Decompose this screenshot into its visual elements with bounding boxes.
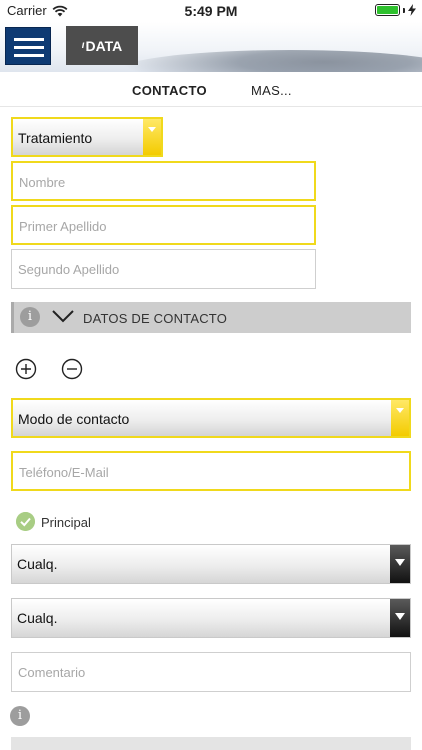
- comentario-placeholder: Comentario: [18, 665, 86, 680]
- tab-mas[interactable]: MAS...: [251, 83, 292, 98]
- tratamiento-select[interactable]: Tratamiento: [11, 117, 163, 157]
- next-section-header[interactable]: [11, 737, 411, 750]
- datos-contacto-section-header[interactable]: i DATOS DE CONTACTO: [11, 302, 411, 333]
- comentario-field[interactable]: Comentario: [11, 652, 411, 692]
- minus-circle-icon[interactable]: [61, 358, 83, 380]
- nombre-field[interactable]: Nombre: [11, 161, 316, 201]
- primer-apellido-field[interactable]: Primer Apellido: [11, 205, 316, 245]
- status-right: [375, 4, 416, 16]
- header-background: [120, 50, 422, 72]
- tratamiento-label: Tratamiento: [18, 130, 93, 146]
- hamburger-icon-line: [14, 38, 44, 41]
- segundo-apellido-placeholder: Segundo Apellido: [18, 262, 120, 277]
- app-header: ı DATA: [0, 22, 422, 72]
- cualq-label-2: Cualq.: [17, 610, 58, 626]
- cualq-label-1: Cualq.: [17, 556, 58, 572]
- cualq-select-1[interactable]: Cualq.: [11, 544, 411, 584]
- section-title: DATOS DE CONTACTO: [83, 311, 228, 326]
- bolt-icon: [408, 4, 416, 16]
- nombre-placeholder: Nombre: [19, 175, 66, 190]
- principal-label: Principal: [41, 515, 91, 530]
- modo-contacto-label: Modo de contacto: [18, 411, 130, 427]
- chevron-down-icon: [391, 400, 409, 436]
- app-logo: ı DATA: [66, 26, 138, 65]
- battery-icon: [375, 4, 400, 16]
- menu-button[interactable]: [5, 27, 51, 65]
- hamburger-icon-line: [14, 46, 44, 49]
- chevron-down-icon: [390, 599, 410, 637]
- hamburger-icon-line: [14, 54, 44, 57]
- chevron-down-icon: [390, 545, 410, 583]
- info-icon[interactable]: i: [10, 706, 30, 726]
- chevron-down-icon: [52, 310, 74, 323]
- cualq-select-2[interactable]: Cualq.: [11, 598, 411, 638]
- tab-bar: CONTACTO MAS...: [0, 72, 422, 107]
- clock: 5:49 PM: [184, 3, 238, 19]
- telefono-email-field[interactable]: Teléfono/E-Mail: [11, 451, 411, 491]
- logo-text: DATA: [85, 37, 123, 54]
- segundo-apellido-field[interactable]: Segundo Apellido: [11, 249, 316, 289]
- plus-circle-icon[interactable]: [15, 358, 37, 380]
- telefono-email-placeholder: Teléfono/E-Mail: [19, 465, 109, 480]
- modo-contacto-select[interactable]: Modo de contacto: [11, 398, 411, 438]
- status-bar: Carrier 5:49 PM: [0, 0, 422, 22]
- logo-mark: ı: [81, 40, 85, 51]
- tab-contacto[interactable]: CONTACTO: [132, 83, 207, 98]
- check-icon[interactable]: [16, 512, 35, 531]
- battery-tip: [403, 7, 405, 13]
- primer-apellido-placeholder: Primer Apellido: [19, 219, 107, 234]
- info-icon[interactable]: i: [20, 307, 40, 327]
- chevron-down-icon: [143, 119, 161, 155]
